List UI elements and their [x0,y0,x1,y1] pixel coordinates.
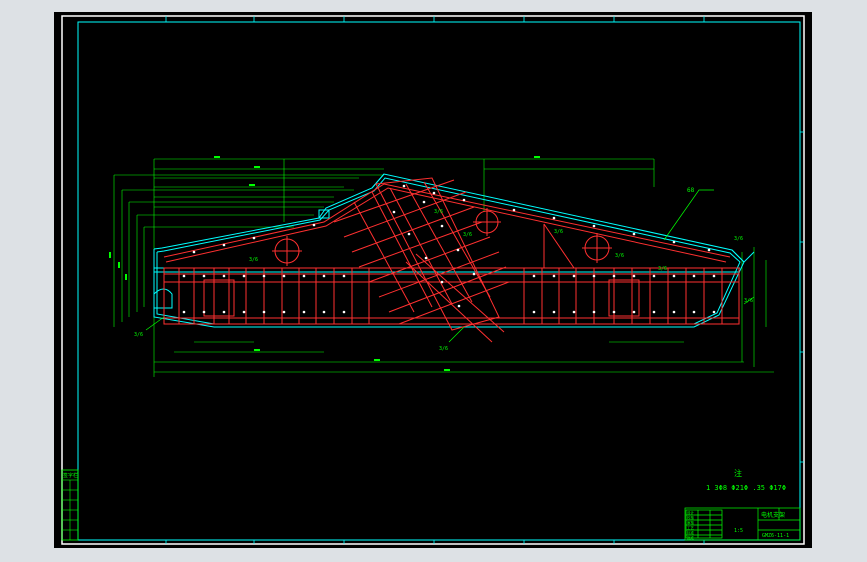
weld-mark: 3/6 [615,253,624,259]
outer-border [61,15,805,545]
signature-panel: 签字栏 [61,469,79,541]
title-cell: 标准 [687,530,695,535]
part-drawing: 签字栏 68 3/6 3/6 3/6 3/6 3/6 3/6 3/6 3/6 3… [61,15,805,545]
notes-block: 注 1 3Φ8 Φ21Φ .35 Φ17Φ [706,468,786,492]
stiffener-strip [163,267,740,325]
weld-mark: 3/6 [744,298,753,304]
title-part-code: GMZ6-11-1 [762,533,789,539]
bolt-holes [182,184,716,314]
leader-label: 68 [687,187,695,194]
weld-mark: 3/6 [249,257,258,263]
weld-mark: 3/6 [658,266,667,272]
top-weld-line [163,183,731,269]
title-part-name: 电机支架 [761,511,785,519]
rib-grid [333,177,510,343]
weld-mark: 3/6 [463,232,472,238]
title-scale: 1:5 [734,528,743,534]
cad-viewport[interactable]: 签字栏 68 3/6 3/6 3/6 3/6 3/6 3/6 3/6 3/6 3… [54,12,812,548]
dimension-ticks [109,156,540,371]
title-cell: 校核 [687,515,695,520]
zone-ticks [165,16,804,544]
weld-mark: 3/6 [134,332,143,338]
weld-mark: 3/6 [439,346,448,352]
signature-panel-header: 签字栏 [63,472,78,479]
weld-mark: 3/6 [734,236,743,242]
weld-mark: 3/6 [554,229,563,235]
weld-mark: 3/6 [434,209,443,215]
title-cell: 工艺 [687,525,695,530]
title-cell: 审核 [687,520,695,525]
inner-frame [77,21,801,541]
notes-heading: 注 [734,468,742,478]
title-cell: 设计 [687,510,695,515]
notes-line: 1 3Φ8 Φ21Φ .35 Φ17Φ [706,484,786,492]
title-cell: 批准 [687,535,695,540]
